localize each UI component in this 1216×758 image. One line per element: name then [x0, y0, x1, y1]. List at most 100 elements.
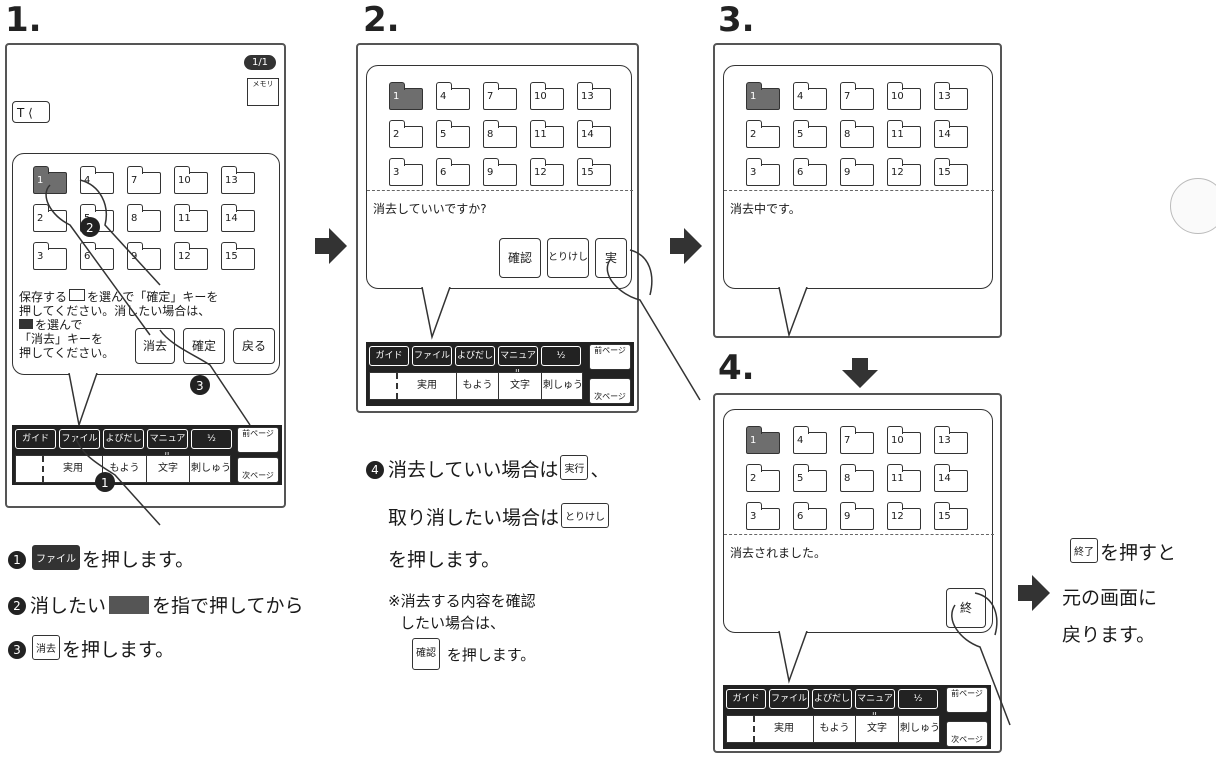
folder-tab — [792, 158, 809, 166]
folder-6[interactable]: 6 — [792, 158, 827, 186]
folder-4[interactable]: 4 — [435, 82, 470, 110]
folder-6[interactable]: 6 — [435, 158, 470, 186]
folder-1[interactable]: 1 — [745, 82, 780, 110]
step-number-2: 2. — [363, 0, 400, 40]
folder-3[interactable]: 3 — [745, 158, 780, 186]
folder-number: 4 — [797, 435, 804, 446]
folder-13[interactable]: 13 — [933, 426, 968, 454]
folder-2[interactable]: 2 — [745, 120, 780, 148]
end-key-icon: 終了 — [1070, 538, 1098, 563]
guide-button[interactable]: ガイド — [369, 346, 409, 366]
folder-11[interactable]: 11 — [886, 120, 921, 148]
folder-number: 3 — [750, 511, 757, 522]
folder-3[interactable]: 3 — [745, 502, 780, 530]
folder-12[interactable]: 12 — [886, 158, 921, 186]
instruction-9: 戻ります。 — [1062, 624, 1156, 646]
folder-6[interactable]: 6 — [792, 502, 827, 530]
dialog-2-tail — [421, 287, 451, 340]
folder-14[interactable]: 14 — [576, 120, 611, 148]
folder-12[interactable]: 12 — [886, 502, 921, 530]
folder-number: 2 — [750, 129, 757, 140]
folder-tab — [482, 82, 499, 90]
cancel-key-icon: とりけし — [561, 503, 610, 528]
folder-8[interactable]: 8 — [839, 464, 874, 492]
folder-15[interactable]: 15 — [933, 158, 968, 186]
folder-14[interactable]: 14 — [933, 120, 968, 148]
folder-13[interactable]: 13 — [933, 82, 968, 110]
folder-7[interactable]: 7 — [839, 82, 874, 110]
manual-button[interactable]: マニュアル — [855, 689, 895, 722]
folder-2[interactable]: 2 — [388, 120, 423, 148]
folder-tab — [886, 158, 903, 166]
file-key-icon: ファイル — [32, 545, 80, 570]
svg-text:3: 3 — [196, 379, 204, 393]
folder-5[interactable]: 5 — [435, 120, 470, 148]
folder-number: 3 — [393, 167, 400, 178]
folder-8[interactable]: 8 — [482, 120, 517, 148]
folder-13[interactable]: 13 — [576, 82, 611, 110]
folder-9[interactable]: 9 — [482, 158, 517, 186]
pattern-tab[interactable]: もよう — [456, 373, 498, 399]
practical-tab[interactable]: 実用 — [396, 373, 456, 399]
cancel-button[interactable]: とりけし — [547, 238, 589, 278]
note-text: を押します。 — [446, 646, 536, 664]
folder-tab — [745, 120, 762, 128]
check-key-icon: 確認 — [412, 638, 440, 670]
folder-11[interactable]: 11 — [529, 120, 564, 148]
practical-tab[interactable]: 実用 — [753, 716, 813, 742]
edit-button[interactable]: ½ — [898, 689, 938, 709]
folder-14[interactable]: 14 — [933, 464, 968, 492]
text-mode-icon[interactable]: T ⟨ — [12, 101, 50, 123]
memory-icon[interactable]: メモリ — [247, 78, 279, 106]
guide-button[interactable]: ガイド — [726, 689, 766, 709]
folder-tab — [435, 120, 452, 128]
folder-number: 14 — [581, 129, 594, 140]
folder-tab — [745, 426, 762, 434]
folder-number: 9 — [844, 167, 851, 178]
folder-15[interactable]: 15 — [576, 158, 611, 186]
folder-4[interactable]: 4 — [792, 82, 827, 110]
folder-1[interactable]: 1 — [745, 426, 780, 454]
folder-tab — [792, 120, 809, 128]
edit-button[interactable]: ½ — [541, 346, 581, 366]
folder-tab — [839, 502, 856, 510]
folder-5[interactable]: 5 — [792, 120, 827, 148]
file-button[interactable]: ファイル — [769, 689, 809, 709]
folder-tab — [529, 158, 546, 166]
text-tab[interactable]: 文字 — [855, 716, 898, 742]
note-text: ※消去する内容を確認 — [388, 592, 536, 610]
folder-9[interactable]: 9 — [839, 502, 874, 530]
folder-number: 15 — [938, 167, 951, 178]
folder-10[interactable]: 10 — [886, 82, 921, 110]
folder-15[interactable]: 15 — [933, 502, 968, 530]
call-button[interactable]: よびだし — [455, 346, 495, 366]
folder-number: 5 — [440, 129, 447, 140]
folder-tab — [529, 120, 546, 128]
check-button[interactable]: 確認 — [499, 238, 541, 278]
text-tab[interactable]: 文字 — [498, 373, 541, 399]
embroidery-tab[interactable]: 刺しゅう — [898, 716, 941, 742]
folder-5[interactable]: 5 — [792, 464, 827, 492]
folder-tab — [792, 502, 809, 510]
folder-4[interactable]: 4 — [792, 426, 827, 454]
file-button[interactable]: ファイル — [412, 346, 452, 366]
folder-9[interactable]: 9 — [839, 158, 874, 186]
embroidery-tab[interactable]: 刺しゅう — [541, 373, 584, 399]
folder-11[interactable]: 11 — [886, 464, 921, 492]
manual-button[interactable]: マニュアル — [498, 346, 538, 379]
folder-3[interactable]: 3 — [388, 158, 423, 186]
folder-7[interactable]: 7 — [839, 426, 874, 454]
folder-number: 12 — [534, 167, 547, 178]
divider — [367, 190, 633, 191]
folder-2[interactable]: 2 — [745, 464, 780, 492]
pattern-tab[interactable]: もよう — [813, 716, 855, 742]
folder-7[interactable]: 7 — [482, 82, 517, 110]
folder-10[interactable]: 10 — [529, 82, 564, 110]
instruction-text: を押すと — [1100, 542, 1177, 564]
call-button[interactable]: よびだし — [812, 689, 852, 709]
folder-1[interactable]: 1 — [388, 82, 423, 110]
step-number-3: 3. — [718, 0, 755, 40]
folder-10[interactable]: 10 — [886, 426, 921, 454]
folder-12[interactable]: 12 — [529, 158, 564, 186]
folder-8[interactable]: 8 — [839, 120, 874, 148]
